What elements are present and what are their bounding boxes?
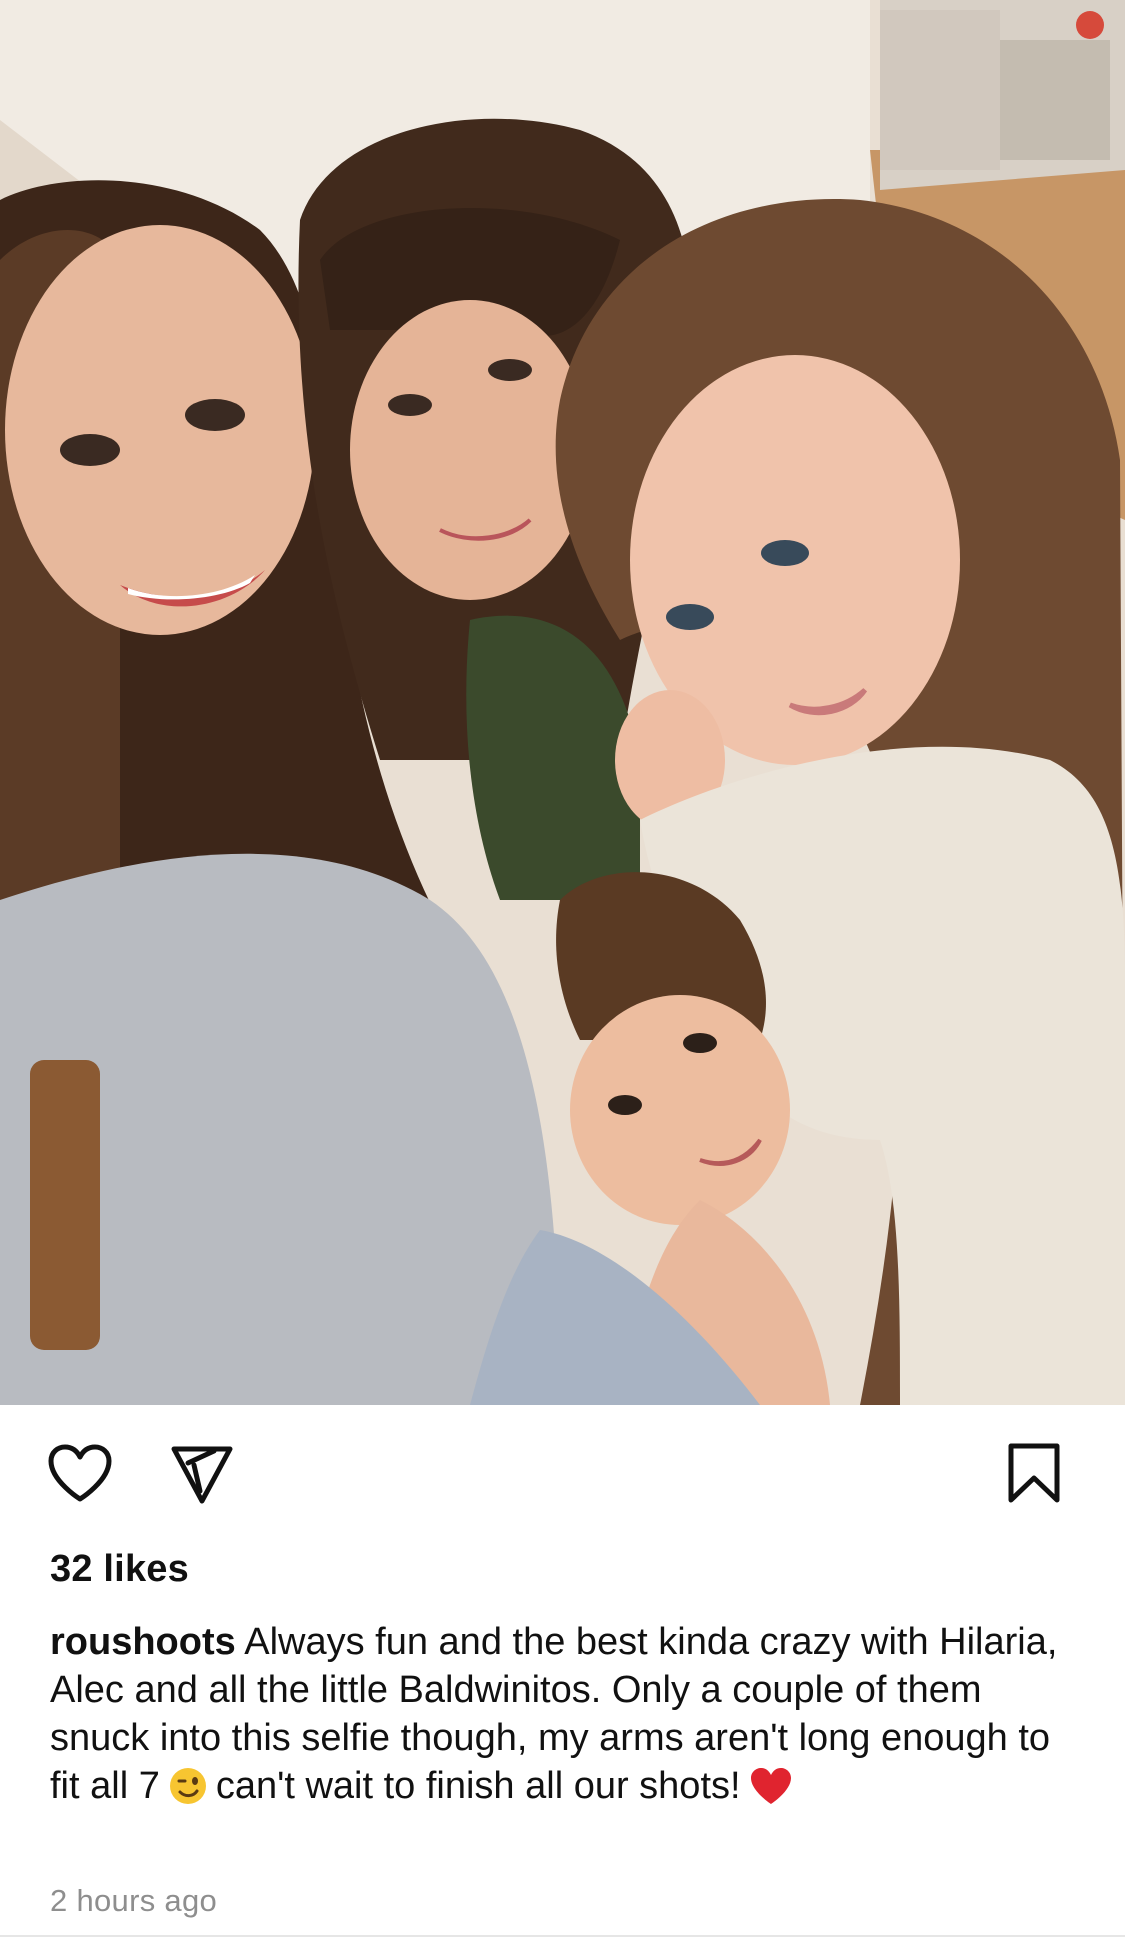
red-heart-emoji-icon: [749, 1766, 793, 1818]
wink-emoji-icon: [168, 1766, 208, 1818]
caption-text-part2: can't wait to finish all our shots!: [215, 1765, 741, 1807]
heart-icon: [47, 1443, 113, 1508]
save-button[interactable]: [992, 1433, 1076, 1517]
send-icon: [170, 1441, 234, 1510]
share-button[interactable]: [160, 1433, 244, 1517]
bookmark-icon: [1006, 1442, 1062, 1509]
post-timestamp: 2 hours ago: [50, 1883, 218, 1918]
instagram-post: 32 likes roushoots Always fun and the be…: [0, 0, 1125, 1955]
post-caption: roushoots Always fun and the best kinda …: [50, 1618, 1080, 1818]
selfie-photo-illustration: [0, 0, 1125, 1405]
caption-username[interactable]: roushoots: [50, 1621, 236, 1663]
like-button[interactable]: [38, 1433, 122, 1517]
post-action-bar: [0, 1405, 1125, 1555]
bottom-divider: [0, 1935, 1125, 1937]
post-photo[interactable]: [0, 0, 1125, 1405]
likes-count[interactable]: 32 likes: [50, 1548, 189, 1591]
